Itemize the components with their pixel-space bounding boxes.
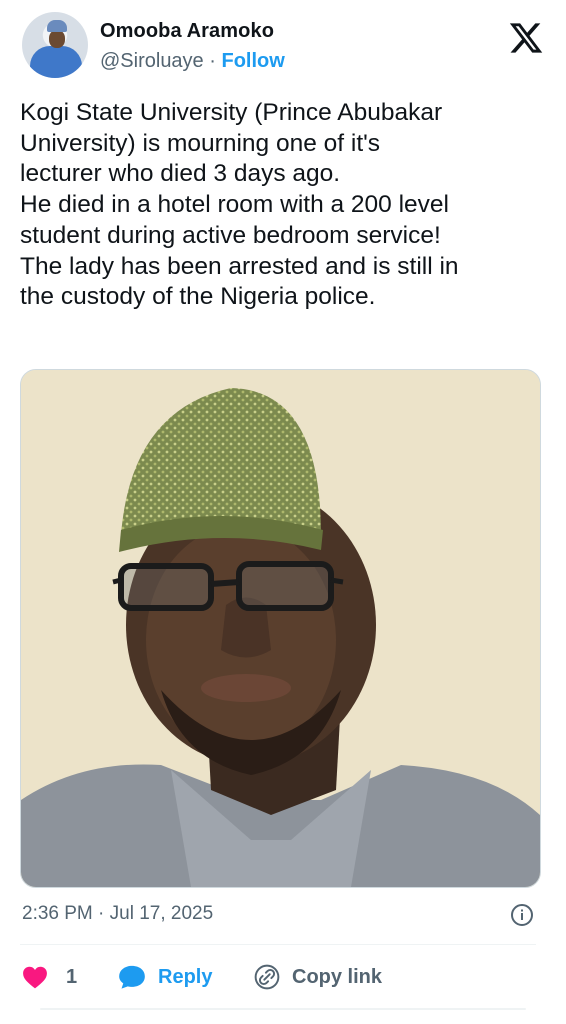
tweet-actions: 1 Reply Copy link	[22, 960, 546, 994]
tweet-photo[interactable]	[20, 369, 541, 888]
tweet-header: Omooba Aramoko @Siroluaye · Follow	[22, 12, 544, 84]
author-handle[interactable]: @Siroluaye	[100, 50, 204, 72]
tweet-text: Kogi State University (Prince Abubakar U…	[20, 99, 459, 311]
link-icon	[254, 964, 280, 990]
avatar[interactable]	[22, 12, 88, 78]
follow-button[interactable]: Follow	[221, 50, 284, 72]
divider	[20, 944, 536, 945]
tweet-timestamp[interactable]: 2:36 PM · Jul 17, 2025	[22, 903, 213, 925]
handle-separator: ·	[209, 50, 216, 72]
heart-icon	[23, 966, 47, 989]
x-logo-icon[interactable]	[508, 20, 544, 56]
copy-link-label: Copy link	[292, 965, 383, 988]
reply-label: Reply	[158, 965, 213, 988]
reply-button[interactable]: Reply	[118, 960, 212, 994]
author-name[interactable]: Omooba Aramoko	[100, 20, 274, 43]
copy-link-button[interactable]: Copy link	[254, 960, 382, 994]
like-button[interactable]: 1	[22, 960, 77, 994]
author-handle-row: @Siroluaye · Follow	[100, 50, 285, 73]
like-count: 1	[66, 965, 78, 988]
info-icon[interactable]	[510, 903, 534, 927]
tweet-card: Omooba Aramoko @Siroluaye · Follow Kogi …	[0, 0, 566, 1024]
bottom-divider	[40, 1008, 526, 1010]
reply-bubble-icon	[119, 965, 145, 989]
portrait-photo	[21, 370, 540, 887]
